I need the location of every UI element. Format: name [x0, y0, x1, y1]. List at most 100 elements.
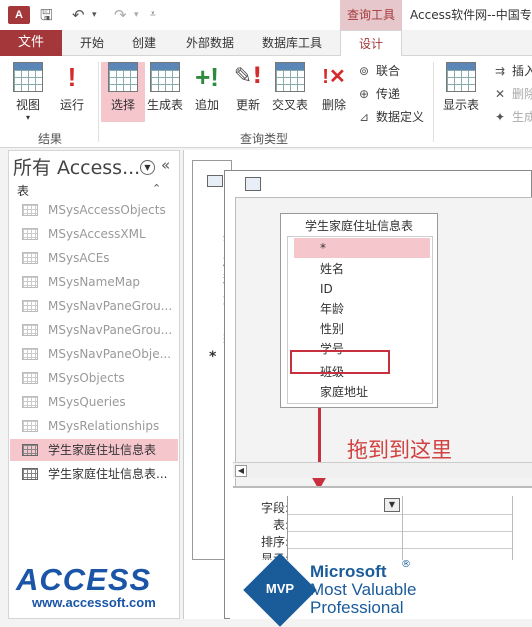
- microsoft-label: Microsoft: [310, 562, 387, 581]
- table-icon: [22, 396, 38, 408]
- nav-item-table-selected[interactable]: 学生家庭住址信息表: [10, 439, 178, 461]
- nav-item-table[interactable]: MSysAccessObjects: [10, 199, 178, 221]
- field-item-all[interactable]: *: [294, 238, 430, 258]
- collapse-pane-icon[interactable]: «: [161, 156, 170, 174]
- make-table-button[interactable]: 生成表: [143, 62, 187, 122]
- horizontal-scrollbar[interactable]: ◀: [233, 462, 532, 478]
- make-table-icon: [150, 62, 180, 92]
- table-icon: [22, 228, 38, 240]
- show-table-icon: [446, 62, 476, 92]
- field-item[interactable]: 年龄: [294, 299, 430, 319]
- delete-rows-button[interactable]: ✕ 删除: [492, 85, 532, 102]
- nav-pane-title[interactable]: 所有 Access...: [13, 153, 140, 180]
- ribbon-separator: [98, 62, 99, 142]
- data-definition-icon: ⊿: [358, 110, 370, 124]
- query-tools-context-tab: 查询工具: [340, 0, 402, 30]
- ribbon: 视图 ▾ ! 运行 结果 选择 生成表 +! 追加 ✎! 更新 交叉表 !✕ 删…: [0, 56, 532, 148]
- navigation-pane: 所有 Access... ▼ « 表 ⌃ MSysAccessObjects M…: [8, 150, 180, 619]
- update-button[interactable]: ✎! 更新: [226, 62, 270, 122]
- append-button[interactable]: +! 追加: [185, 62, 229, 122]
- access-brand-logo: ACCESS: [16, 562, 152, 597]
- undo-dropdown-icon[interactable]: ▾: [92, 6, 97, 24]
- show-table-button[interactable]: 显示表: [438, 62, 484, 122]
- nav-item-table[interactable]: MSysNavPaneGrou...: [10, 295, 178, 317]
- field-list-box[interactable]: 学生家庭住址信息表 * 姓名 ID 年龄 性别 学号 班级 家庭地址: [280, 213, 438, 408]
- nav-item-table[interactable]: MSysRelationships: [10, 415, 178, 437]
- delete-rows-icon: ✕: [494, 87, 506, 101]
- globe-icon: ⊕: [358, 87, 370, 101]
- union-button[interactable]: ⊚ 联合: [356, 62, 400, 79]
- query-window-icon: [245, 177, 261, 191]
- nav-item-table[interactable]: MSysNavPaneObje...: [10, 343, 178, 365]
- field-list-title: 学生家庭住址信息表: [304, 219, 413, 233]
- field-item[interactable]: 性别: [294, 319, 430, 339]
- nav-section-tables[interactable]: 表: [17, 182, 29, 199]
- nav-item-table[interactable]: MSysNavPaneGrou...: [10, 319, 178, 341]
- redo-icon[interactable]: ↷: [114, 6, 127, 24]
- drag-annotation-text: 拖到到这里: [347, 438, 452, 462]
- builder-button[interactable]: ✦ 生成: [492, 108, 532, 125]
- table-icon: [22, 420, 38, 432]
- highlight-frame: [290, 350, 390, 374]
- table-icon: [22, 348, 38, 360]
- watermark: ACCESS www.accessoft.com MVP Microsoft ®…: [0, 553, 532, 627]
- customize-toolbar-icon[interactable]: ⩡: [150, 6, 156, 24]
- table-icon: [207, 175, 223, 187]
- grid-label-field: 字段:: [260, 501, 289, 515]
- grid-row-line: [403, 548, 512, 549]
- table-icon: [22, 324, 38, 336]
- tab-home[interactable]: 开始: [80, 30, 104, 56]
- union-icon: ⊚: [358, 64, 370, 78]
- nav-item-table[interactable]: 学生家庭住址信息表...: [10, 463, 178, 485]
- title-bar: A 🖫 ↶ ▾ ↷ ▾ ⩡ 查询工具 Access软件网--中国专: [0, 0, 532, 30]
- view-dropdown-icon: ▾: [25, 113, 30, 122]
- grid-row-line: [403, 514, 512, 515]
- nav-item-table[interactable]: MSysNameMap: [10, 271, 178, 293]
- query-type-group-label: 查询类型: [240, 132, 289, 146]
- field-item[interactable]: ID: [294, 279, 430, 299]
- new-record-marker: *: [209, 349, 217, 365]
- delete-query-button[interactable]: !✕ 删除: [312, 62, 356, 122]
- table-icon: [22, 300, 38, 312]
- field-dropdown-icon[interactable]: ▼: [384, 498, 400, 512]
- grid-row-line: [403, 531, 512, 532]
- run-button[interactable]: ! 运行: [50, 62, 94, 122]
- nav-item-table[interactable]: MSysObjects: [10, 367, 178, 389]
- professional-label: Professional: [310, 598, 404, 617]
- pass-through-button[interactable]: ⊕ 传递: [356, 85, 400, 102]
- mvp-label: MVP: [265, 581, 295, 596]
- mvp-badge: MVP Microsoft ® Most Valuable Profession…: [230, 553, 532, 627]
- chevron-down-icon[interactable]: ▼: [140, 160, 155, 175]
- scroll-left-icon[interactable]: ◀: [235, 465, 247, 477]
- field-item[interactable]: 姓名: [294, 259, 430, 279]
- nav-item-table[interactable]: MSysAccessXML: [10, 223, 178, 245]
- grid-row-line: [288, 514, 402, 515]
- crosstab-icon: [275, 62, 305, 92]
- crosstab-button[interactable]: 交叉表: [268, 62, 312, 122]
- ribbon-separator: [433, 62, 434, 142]
- tab-design[interactable]: 设计: [340, 30, 402, 57]
- tab-external-data[interactable]: 外部数据: [186, 30, 234, 56]
- field-item[interactable]: 家庭地址: [294, 382, 430, 402]
- ribbon-tab-row: 文件 开始 创建 外部数据 数据库工具 设计: [0, 30, 532, 57]
- select-query-icon: [108, 62, 138, 92]
- save-icon[interactable]: 🖫: [40, 6, 53, 24]
- access-logo-icon: A: [8, 6, 30, 24]
- delete-x-icon: !✕: [322, 66, 346, 88]
- data-definition-button[interactable]: ⊿ 数据定义: [356, 108, 424, 125]
- table-icon: [22, 204, 38, 216]
- undo-icon[interactable]: ↶: [72, 6, 85, 24]
- tab-database-tools[interactable]: 数据库工具: [262, 30, 322, 56]
- select-query-button[interactable]: 选择: [101, 62, 145, 122]
- watermark-url: www.accessoft.com: [32, 595, 156, 610]
- nav-item-table[interactable]: MSysACEs: [10, 247, 178, 269]
- insert-rows-button[interactable]: ⇉ 插入: [492, 62, 532, 79]
- chevron-up-icon[interactable]: ⌃: [152, 182, 161, 195]
- tab-file[interactable]: 文件: [0, 30, 62, 56]
- nav-item-table[interactable]: MSysQueries: [10, 391, 178, 413]
- grid-row-line: [288, 531, 402, 532]
- view-button[interactable]: 视图 ▾: [6, 62, 50, 122]
- redo-dropdown-icon[interactable]: ▾: [134, 6, 139, 24]
- tab-create[interactable]: 创建: [132, 30, 156, 56]
- grid-row-line: [288, 548, 402, 549]
